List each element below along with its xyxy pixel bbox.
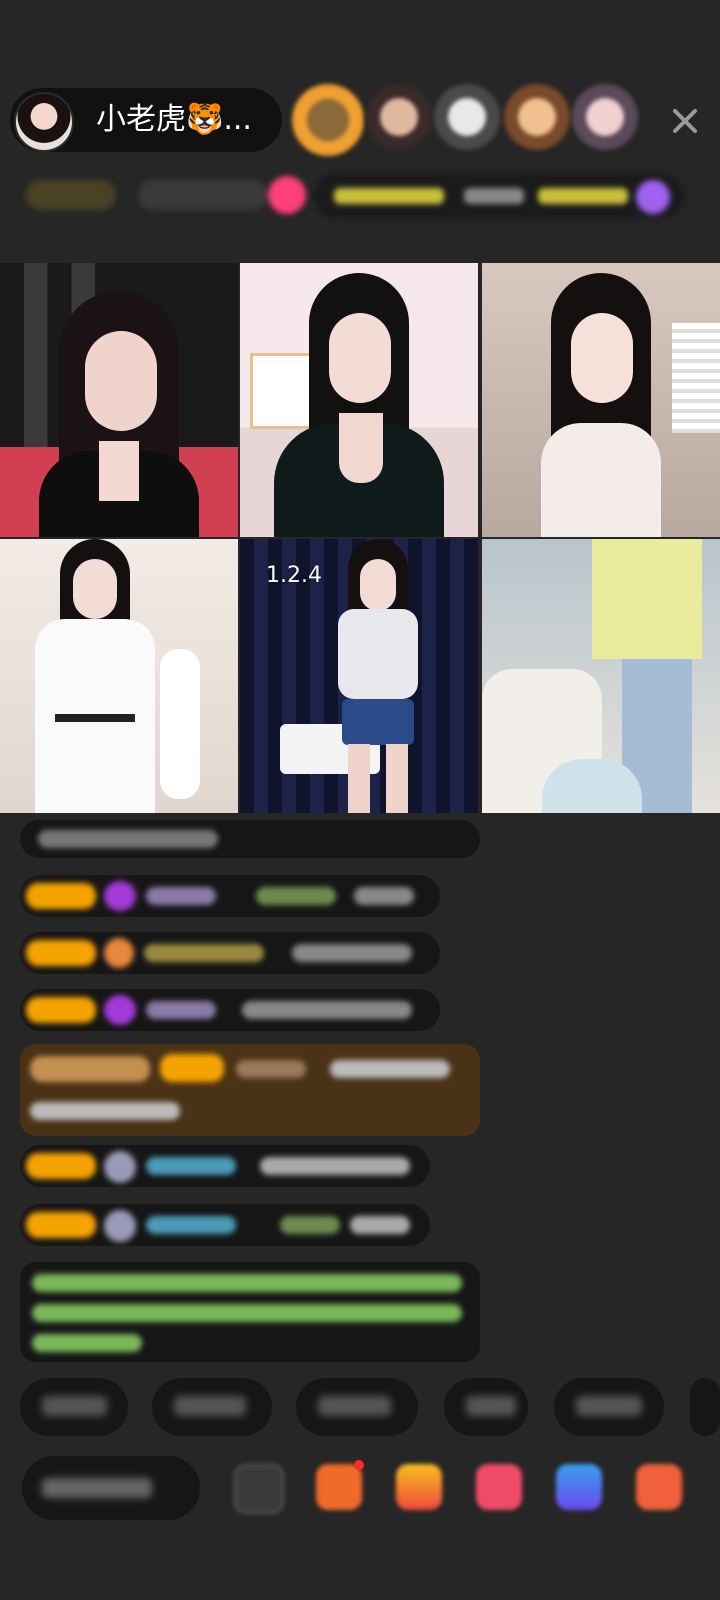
system-notice <box>20 1262 480 1362</box>
top-bar: 小老虎🐯... <box>0 80 720 164</box>
host-name[interactable]: 小老虎🐯... <box>96 100 252 140</box>
viewer-avatar[interactable] <box>366 84 432 150</box>
user-level-badge <box>26 1212 96 1238</box>
close-button[interactable] <box>664 100 706 142</box>
chat-highlight-message[interactable] <box>20 1044 480 1136</box>
chat-message[interactable] <box>20 820 480 858</box>
gift-icon[interactable] <box>636 1464 682 1510</box>
quick-reply-chip[interactable] <box>554 1378 664 1436</box>
user-level-badge <box>26 1153 96 1179</box>
ranking-banner[interactable] <box>314 174 684 218</box>
chat-input[interactable] <box>22 1456 200 1520</box>
notification-dot <box>354 1460 364 1470</box>
gift-box-icon[interactable] <box>396 1464 442 1510</box>
host-avatar[interactable] <box>14 92 74 152</box>
user-level-badge <box>26 997 96 1023</box>
video-cell-5[interactable]: 1.2.4 <box>240 539 478 813</box>
chat-message[interactable] <box>20 932 440 974</box>
multi-guest-video-grid: 1.2.4 <box>0 263 720 815</box>
heart-icon[interactable] <box>476 1464 522 1510</box>
game-icon[interactable] <box>556 1464 602 1510</box>
user-avatar-icon <box>104 1210 136 1242</box>
close-icon <box>673 109 697 133</box>
chat-message[interactable] <box>20 1204 430 1246</box>
viewer-avatar[interactable] <box>434 84 500 150</box>
quick-reply-chip[interactable] <box>296 1378 418 1436</box>
chat-message[interactable] <box>20 875 440 917</box>
video-cell-6[interactable] <box>482 539 720 813</box>
viewer-avatar[interactable] <box>292 84 364 156</box>
user-level-badge <box>26 883 96 909</box>
streamer-figure <box>516 273 686 537</box>
viewer-avatar[interactable] <box>504 84 570 150</box>
video-cell-label: 1.2.4 <box>266 563 322 588</box>
user-level-badge <box>26 940 96 966</box>
popularity-badge[interactable] <box>138 180 268 210</box>
host-info-pill[interactable]: 小老虎🐯... <box>10 88 282 152</box>
streamer-figure <box>25 539 165 813</box>
video-cell-1[interactable] <box>0 263 238 537</box>
quick-reply-chip[interactable] <box>20 1378 128 1436</box>
chat-message[interactable] <box>20 989 440 1031</box>
video-cell-3[interactable] <box>482 263 720 537</box>
streamer-figure <box>318 539 438 813</box>
user-avatar-icon <box>104 1151 136 1183</box>
gem-icon <box>104 881 136 911</box>
gift-icon[interactable] <box>268 176 306 214</box>
streamer-figure <box>39 291 199 537</box>
quick-reply-chip[interactable] <box>152 1378 272 1436</box>
viewer-avatar[interactable] <box>572 84 638 150</box>
level-badge[interactable] <box>26 180 116 210</box>
quick-reply-row <box>0 1378 720 1438</box>
quick-reply-chip[interactable] <box>444 1378 528 1436</box>
gem-icon <box>104 995 136 1025</box>
video-cell-4[interactable] <box>0 539 238 813</box>
status-badge-row <box>0 170 720 222</box>
shop-icon[interactable] <box>316 1464 362 1510</box>
fan-badge-icon <box>104 938 134 968</box>
bottom-action-bar <box>0 1448 720 1538</box>
more-options-icon[interactable] <box>234 1464 284 1514</box>
video-cell-2[interactable] <box>240 263 478 537</box>
streamer-figure <box>274 273 444 537</box>
quick-reply-chip[interactable] <box>690 1378 720 1436</box>
chat-message[interactable] <box>20 1145 430 1187</box>
